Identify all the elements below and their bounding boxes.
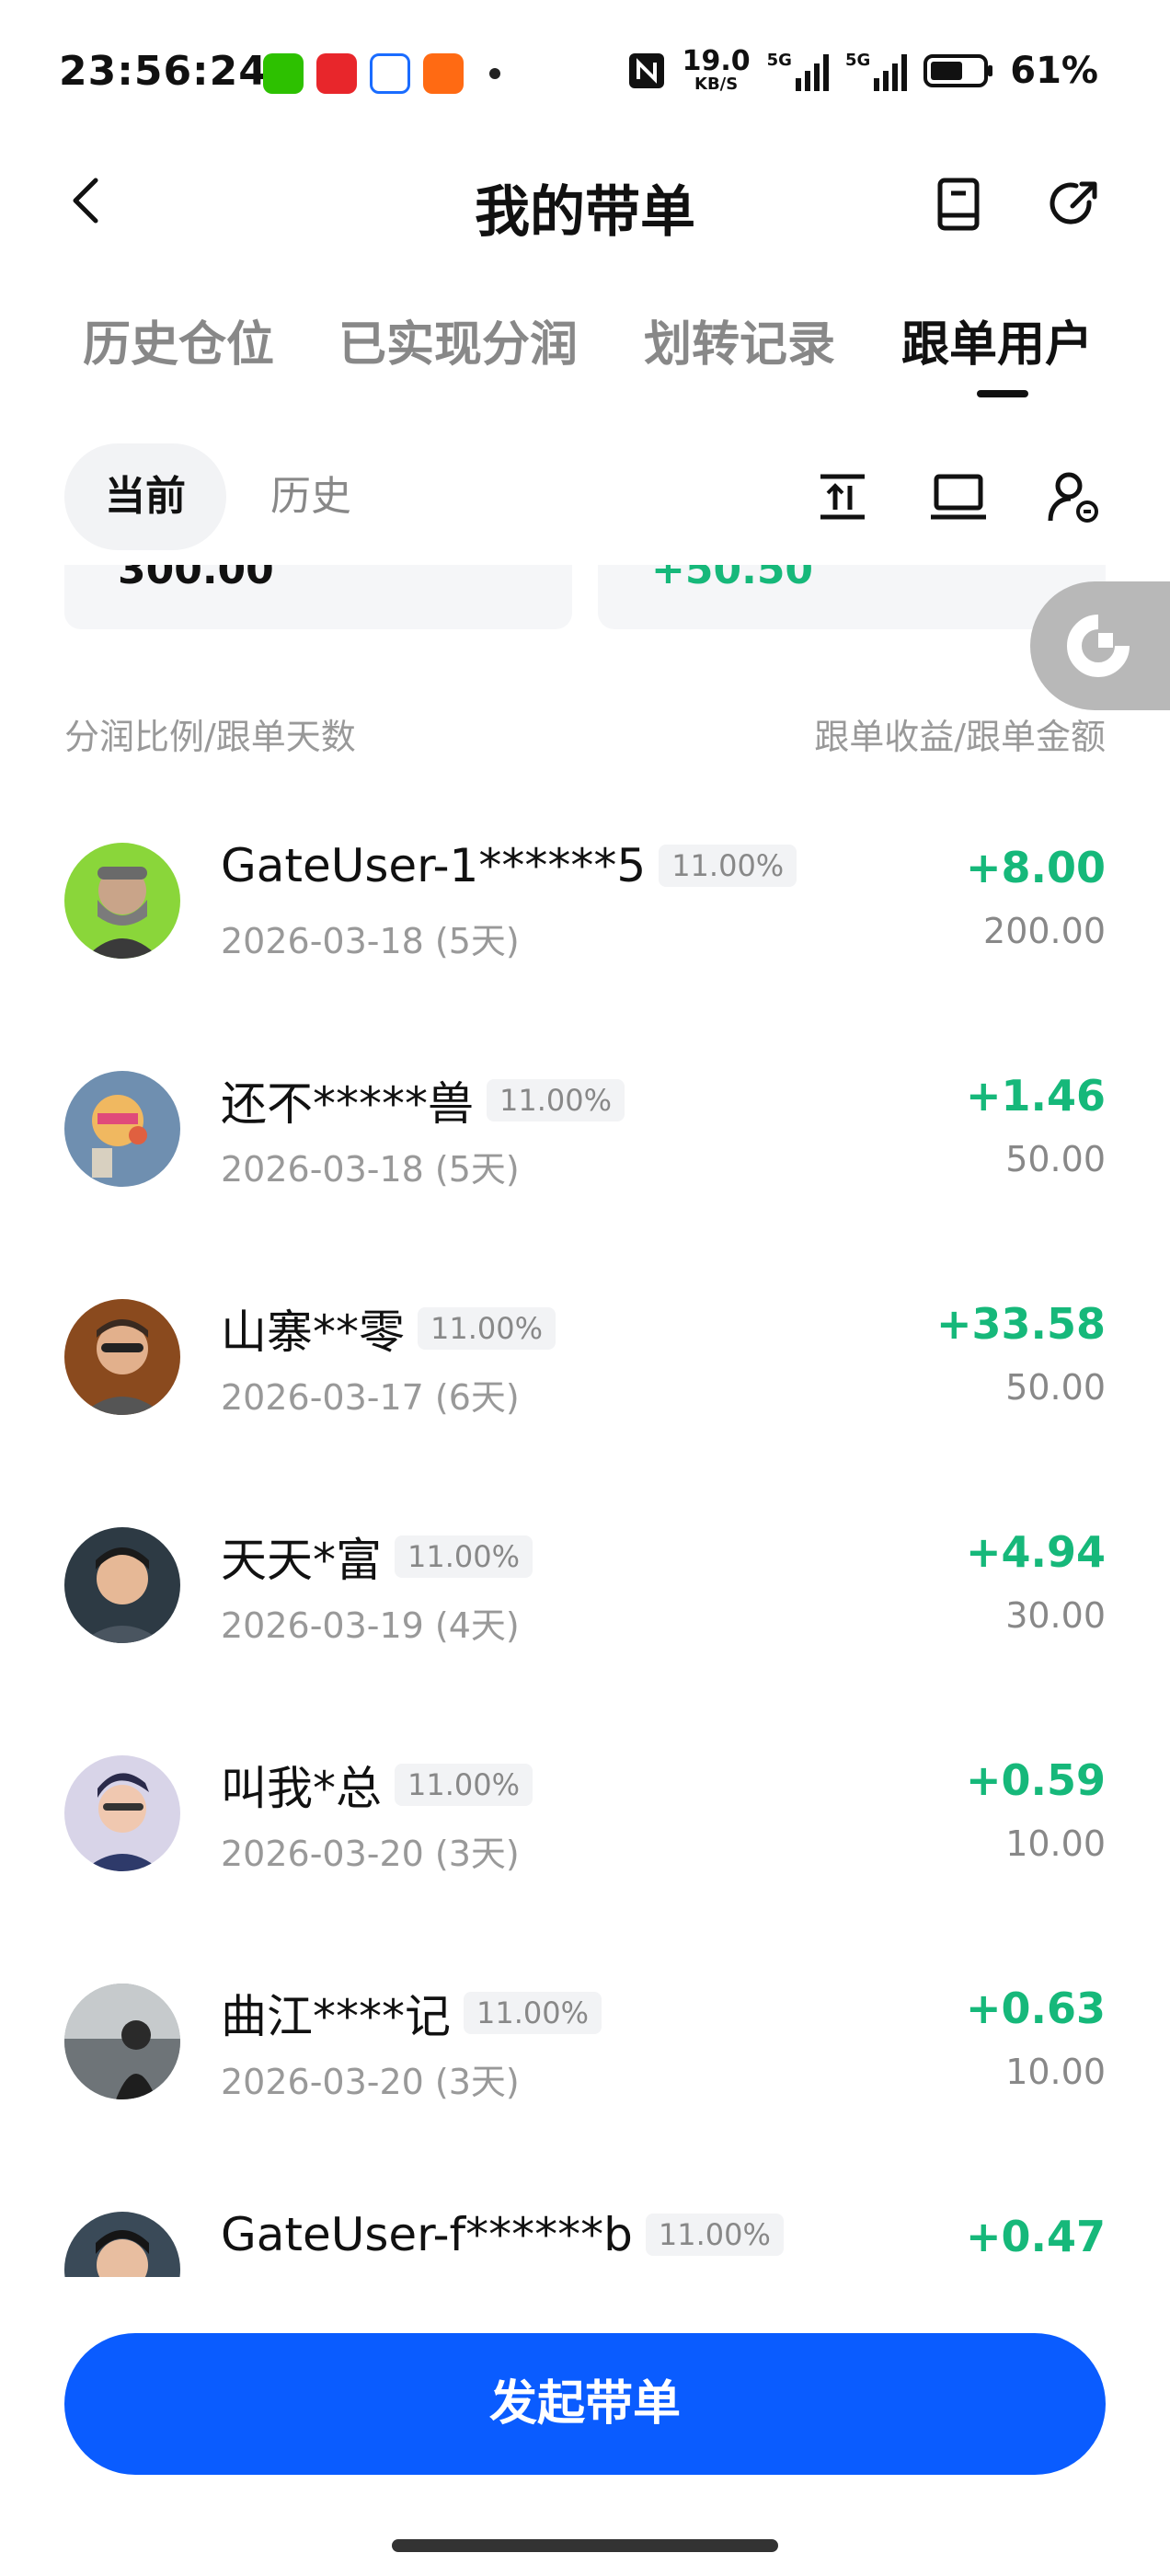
follow-date: 2026-03-20 (3天) (221, 1834, 520, 1874)
page-header: 我的带单 (0, 147, 1170, 258)
book-icon[interactable] (929, 175, 988, 234)
follow-amount: 200.00 (983, 911, 1106, 951)
app-orange-icon (423, 53, 464, 94)
follow-date: 2026-03-17 (6天) (221, 1377, 520, 1418)
tab-realized-profit-share[interactable]: 已实现分润 (338, 305, 578, 374)
start-copy-trading-button[interactable]: 发起带单 (64, 2333, 1106, 2475)
summary-card-profit: +50.50 (598, 565, 1106, 629)
wechat-icon (263, 53, 304, 94)
signal-icon-1: 5G (767, 51, 829, 91)
tab-followers[interactable]: 跟单用户 (901, 305, 1093, 374)
column-left-label: 分润比例/跟单天数 (64, 717, 356, 757)
app-red-icon (316, 53, 357, 94)
summary-card-total: 300.00 (64, 565, 572, 629)
follow-amount: 10.00 (1005, 1823, 1106, 1864)
list-item[interactable]: 天天*富 11.00% 2026-03-19 (4天) +4.94 30.00 (0, 1485, 1170, 1713)
list-item[interactable]: GateUser-f******b 11.00% +0.47 (0, 2169, 1170, 2277)
active-tab-indicator (977, 390, 1028, 397)
follow-amount: 30.00 (1005, 1595, 1106, 1636)
bottom-action-bar: 发起带单 (0, 2278, 1170, 2576)
follow-profit: +0.63 (965, 1984, 1106, 2033)
followers-list: GateUser-1******5 11.00% 2026-03-18 (5天) … (0, 800, 1170, 2277)
follow-profit: +8.00 (965, 843, 1106, 892)
list-item[interactable]: 曲江****记 11.00% 2026-03-20 (3天) +0.63 10.0… (0, 1941, 1170, 2169)
follow-amount: 10.00 (1005, 2052, 1106, 2092)
avatar (64, 1755, 180, 1871)
follow-amount: 50.00 (1005, 1139, 1106, 1179)
follower-name: 叫我*总 11.00% (221, 1752, 533, 1818)
summary-card-value: +50.50 (651, 565, 814, 593)
avatar (64, 1527, 180, 1643)
follow-profit: +4.94 (965, 1527, 1106, 1577)
subtab-current[interactable]: 当前 (64, 443, 226, 550)
laptop-icon[interactable] (929, 467, 988, 526)
list-item[interactable]: 还不*****兽 11.00% 2026-03-18 (5天) +1.46 50.… (0, 1029, 1170, 1257)
follow-date: 2026-03-18 (5天) (221, 1149, 520, 1190)
status-bar: 23:56:24 19.0 KB/S 5G 5G 61% (0, 0, 1170, 147)
tab-history-positions[interactable]: 历史仓位 (83, 305, 274, 374)
column-right-label: 跟单收益/跟单金额 (814, 717, 1106, 757)
follower-name: GateUser-f******b 11.00% (221, 2208, 784, 2261)
signal-icon-2: 5G (845, 51, 908, 91)
user-settings-icon[interactable] (1045, 467, 1104, 526)
battery-icon (923, 54, 993, 87)
list-item[interactable]: 山寨**零 11.00% 2026-03-17 (6天) +33.58 50.00 (0, 1257, 1170, 1485)
status-time: 23:56:24 (59, 48, 268, 95)
summary-card-value: 300.00 (118, 565, 274, 593)
battery-percent: 61% (1010, 50, 1098, 92)
nfc-icon (628, 53, 664, 88)
follower-name: 山寨**零 11.00% (221, 1295, 556, 1362)
net-speed: 19.0 KB/S (682, 45, 751, 94)
tab-transfer-records[interactable]: 划转记录 (644, 305, 835, 374)
list-item[interactable]: GateUser-1******5 11.00% 2026-03-18 (5天) … (0, 800, 1170, 1029)
follow-profit: +0.59 (965, 1755, 1106, 1805)
profit-share-ratio-badge: 11.00% (659, 845, 797, 887)
avatar (64, 1071, 180, 1187)
follower-name: GateUser-1******5 11.00% (221, 839, 797, 892)
gate-logo-icon (1067, 615, 1130, 677)
list-column-header: 分润比例/跟单天数 跟单收益/跟单金额 (64, 708, 1106, 764)
avatar (64, 1299, 180, 1415)
avatar (64, 843, 180, 959)
sort-icon[interactable] (813, 467, 872, 526)
subtab-history[interactable]: 历史 (230, 443, 392, 550)
profit-share-ratio-badge: 11.00% (418, 1307, 556, 1350)
avatar (64, 1984, 180, 2099)
follow-profit: +0.47 (965, 2212, 1106, 2261)
follow-date: 2026-03-18 (5天) (221, 921, 520, 961)
follow-profit: +1.46 (965, 1071, 1106, 1121)
follow-date: 2026-03-20 (3天) (221, 2062, 520, 2102)
profit-share-ratio-badge: 11.00% (395, 1764, 533, 1806)
follower-name: 曲江****记 11.00% (221, 1980, 602, 2046)
floating-assistant-button[interactable] (1030, 581, 1170, 710)
share-icon[interactable] (1045, 175, 1104, 234)
profit-share-ratio-badge: 11.00% (487, 1079, 625, 1121)
sub-tabs: 当前 历史 (0, 434, 1170, 554)
follow-amount: 50.00 (1005, 1367, 1106, 1408)
more-notifications-dot (489, 68, 500, 79)
follow-date: 2026-03-19 (4天) (221, 1605, 520, 1646)
home-indicator[interactable] (392, 2539, 778, 2552)
app-blue-icon (370, 53, 410, 94)
profit-share-ratio-badge: 11.00% (645, 2214, 784, 2256)
status-right: 19.0 KB/S 5G 5G 61% (627, 48, 1098, 94)
profit-share-ratio-badge: 11.00% (395, 1535, 533, 1578)
notification-icons (263, 53, 500, 94)
page-title: 我的带单 (475, 180, 695, 245)
summary-cards: 300.00 +50.50 (0, 565, 1170, 629)
follower-name: 还不*****兽 11.00% (221, 1067, 625, 1133)
profit-share-ratio-badge: 11.00% (464, 1992, 602, 2034)
main-tabs: 历史仓位 已实现分润 划转记录 跟单用户 (0, 294, 1170, 405)
follower-name: 天天*富 11.00% (221, 1524, 533, 1590)
avatar (64, 2212, 180, 2277)
follow-profit: +33.58 (935, 1299, 1106, 1349)
list-item[interactable]: 叫我*总 11.00% 2026-03-20 (3天) +0.59 10.00 (0, 1713, 1170, 1941)
